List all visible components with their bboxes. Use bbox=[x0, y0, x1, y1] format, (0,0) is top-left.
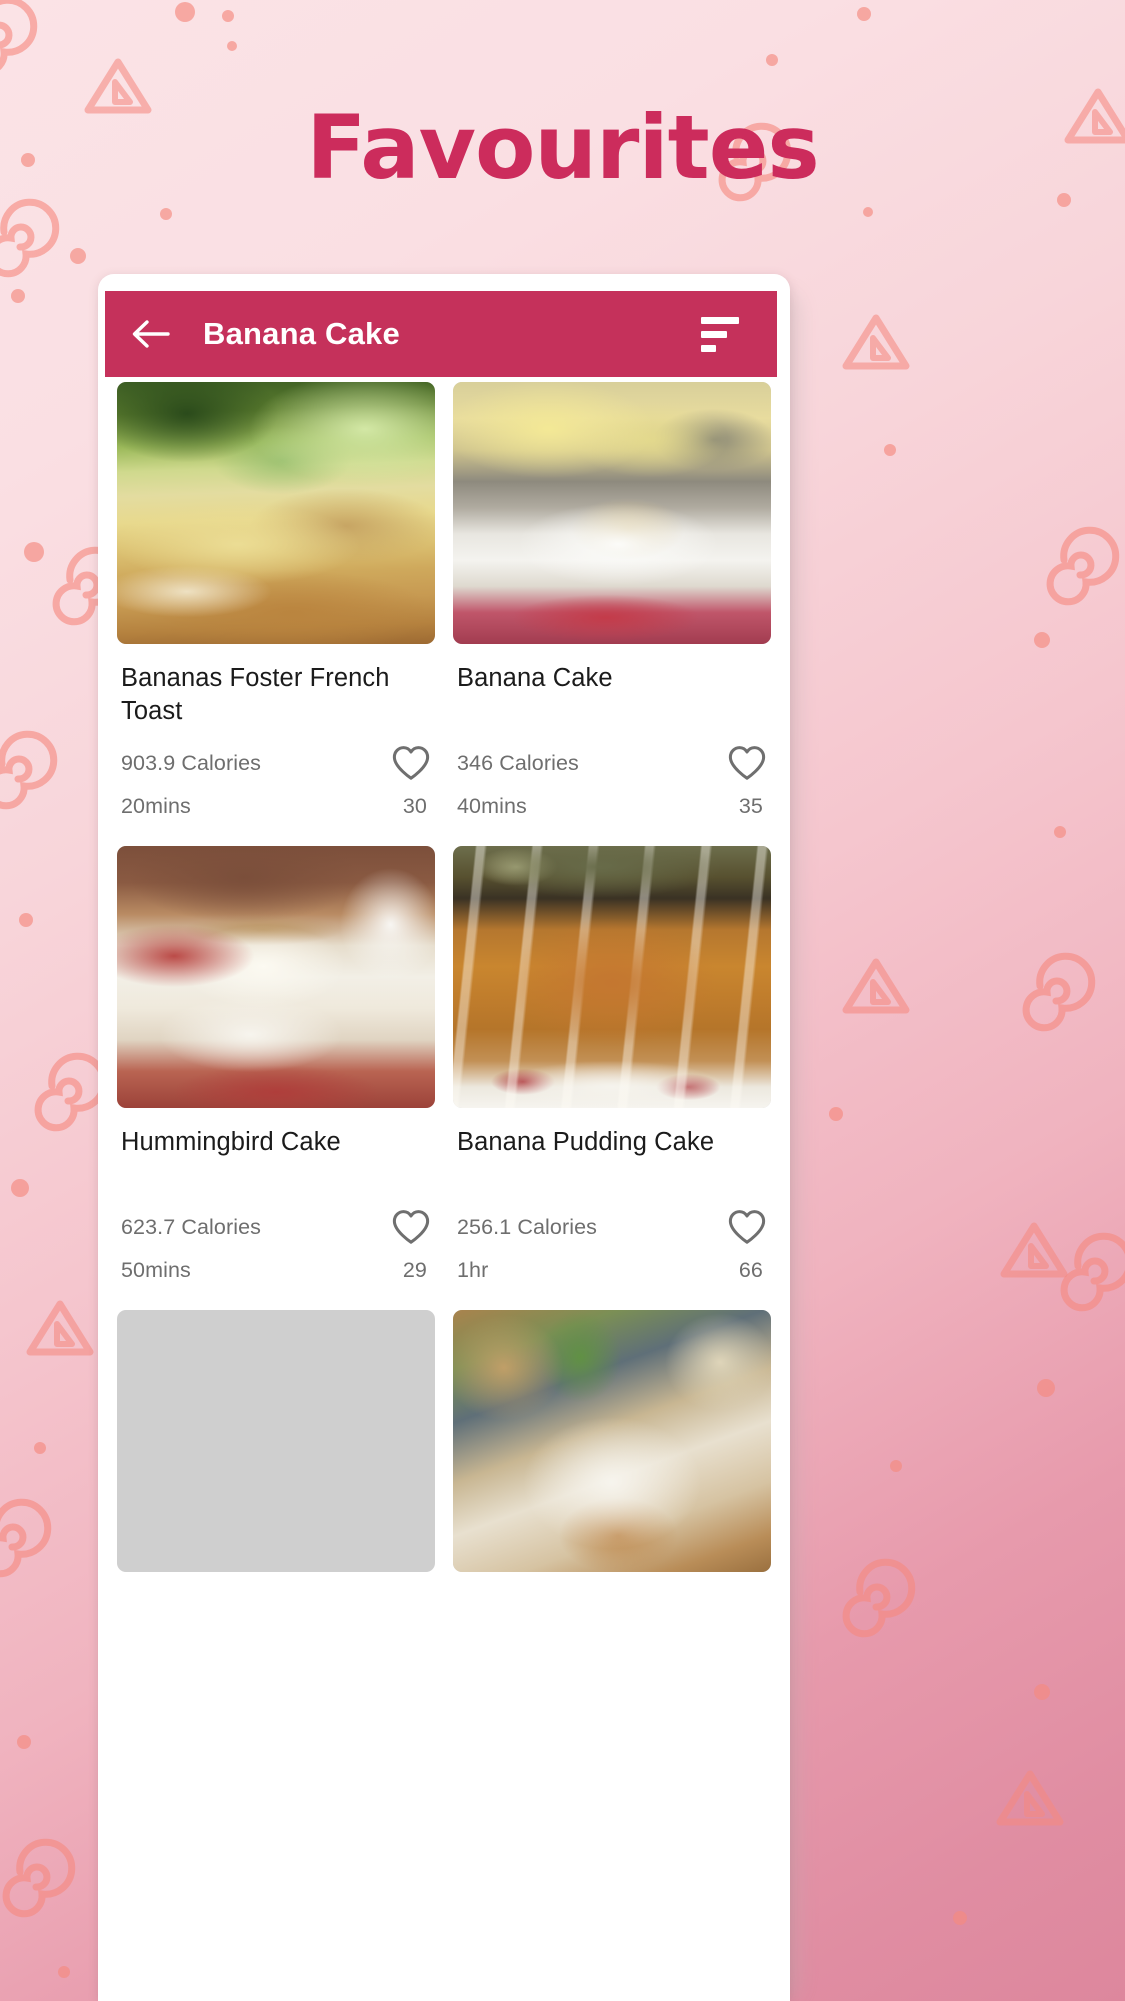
recipe-card[interactable]: Bananas Foster French Toast 903.9 Calori… bbox=[112, 377, 440, 841]
recipe-calories-row: 256.1 Calories bbox=[457, 1208, 767, 1246]
bananas-foster-french-toast-photo bbox=[117, 382, 435, 644]
banana-cake-photo bbox=[453, 382, 771, 644]
recipe-title: Banana Pudding Cake bbox=[457, 1128, 715, 1156]
banana-bread-pan-photo bbox=[117, 1310, 435, 1572]
powdered-sugar-cake-photo bbox=[453, 1310, 771, 1572]
favorite-button[interactable] bbox=[727, 744, 767, 782]
banana-pudding-cake-photo bbox=[453, 846, 771, 1108]
recipe-time: 20mins bbox=[121, 794, 191, 818]
heart-outline-icon bbox=[392, 1210, 430, 1244]
hummingbird-cake-photo bbox=[117, 846, 435, 1108]
sort-button[interactable] bbox=[701, 305, 759, 363]
sort-lines-icon-line-3 bbox=[701, 344, 716, 352]
recipe-photo[interactable] bbox=[453, 1310, 771, 1572]
recipe-like-count: 66 bbox=[738, 1258, 763, 1282]
recipe-card[interactable]: Hummingbird Cake 623.7 Calories 50mins 2… bbox=[112, 841, 440, 1305]
heart-outline-icon bbox=[728, 746, 766, 780]
app-bar: Banana Cake bbox=[105, 291, 777, 377]
back-button[interactable] bbox=[129, 312, 173, 356]
recipe-title: Bananas Foster French Toast bbox=[121, 664, 390, 725]
sort-lines-icon-line-1 bbox=[701, 316, 739, 324]
heart-outline-icon bbox=[392, 746, 430, 780]
recipe-card[interactable] bbox=[448, 1305, 776, 1572]
favorite-button[interactable] bbox=[391, 744, 431, 782]
recipe-card[interactable]: Banana Pudding Cake 256.1 Calories 1hr 6… bbox=[448, 841, 776, 1305]
recipe-like-count: 35 bbox=[738, 794, 763, 818]
recipe-like-count: 30 bbox=[402, 794, 427, 818]
recipe-calories: 346 Calories bbox=[457, 750, 579, 775]
recipe-time-row: 40mins 35 bbox=[457, 794, 767, 841]
recipe-title: Hummingbird Cake bbox=[121, 1128, 341, 1156]
recipe-calories: 903.9 Calories bbox=[121, 750, 262, 775]
recipe-calories: 256.1 Calories bbox=[457, 1214, 598, 1239]
arrow-left-icon bbox=[132, 320, 170, 348]
recipe-photo[interactable] bbox=[117, 1310, 435, 1572]
sort-lines-icon-line-2 bbox=[701, 330, 727, 338]
recipe-time-row: 20mins 30 bbox=[121, 794, 431, 841]
heart-outline-icon bbox=[728, 1210, 766, 1244]
favorite-button[interactable] bbox=[727, 1208, 767, 1246]
recipe-calories-row: 903.9 Calories bbox=[121, 744, 431, 782]
recipe-info: Hummingbird Cake 623.7 Calories 50mins 2… bbox=[117, 1108, 435, 1305]
recipe-photo[interactable] bbox=[117, 382, 435, 644]
recipe-info: Bananas Foster French Toast 903.9 Calori… bbox=[117, 644, 435, 841]
favorite-button[interactable] bbox=[391, 1208, 431, 1246]
recipe-time-row: 50mins 29 bbox=[121, 1258, 431, 1305]
app-preview-panel: Banana Cake Bananas Foster French Toast … bbox=[98, 274, 790, 2001]
recipe-time: 50mins bbox=[121, 1258, 191, 1282]
screen: Favourites Banana Cake Bananas Foster Fr… bbox=[0, 0, 1125, 2001]
page-title: Favourites bbox=[306, 96, 820, 199]
recipe-title: Banana Cake bbox=[457, 664, 613, 692]
recipe-time-row: 1hr 66 bbox=[457, 1258, 767, 1305]
recipe-photo[interactable] bbox=[117, 846, 435, 1108]
recipe-card[interactable] bbox=[112, 1305, 440, 1572]
recipe-info: Banana Cake 346 Calories 40mins 35 bbox=[453, 644, 771, 841]
app-bar-title: Banana Cake bbox=[203, 316, 400, 351]
recipe-time: 1hr bbox=[457, 1258, 489, 1282]
recipe-card[interactable]: Banana Cake 346 Calories 40mins 35 bbox=[448, 377, 776, 841]
recipe-calories: 623.7 Calories bbox=[121, 1214, 262, 1239]
recipe-like-count: 29 bbox=[402, 1258, 427, 1282]
recipe-calories-row: 623.7 Calories bbox=[121, 1208, 431, 1246]
recipe-calories-row: 346 Calories bbox=[457, 744, 767, 782]
recipe-photo[interactable] bbox=[453, 382, 771, 644]
recipe-grid: Bananas Foster French Toast 903.9 Calori… bbox=[98, 377, 790, 1572]
recipe-info: Banana Pudding Cake 256.1 Calories 1hr 6… bbox=[453, 1108, 771, 1305]
recipe-photo[interactable] bbox=[453, 846, 771, 1108]
recipe-time: 40mins bbox=[457, 794, 527, 818]
